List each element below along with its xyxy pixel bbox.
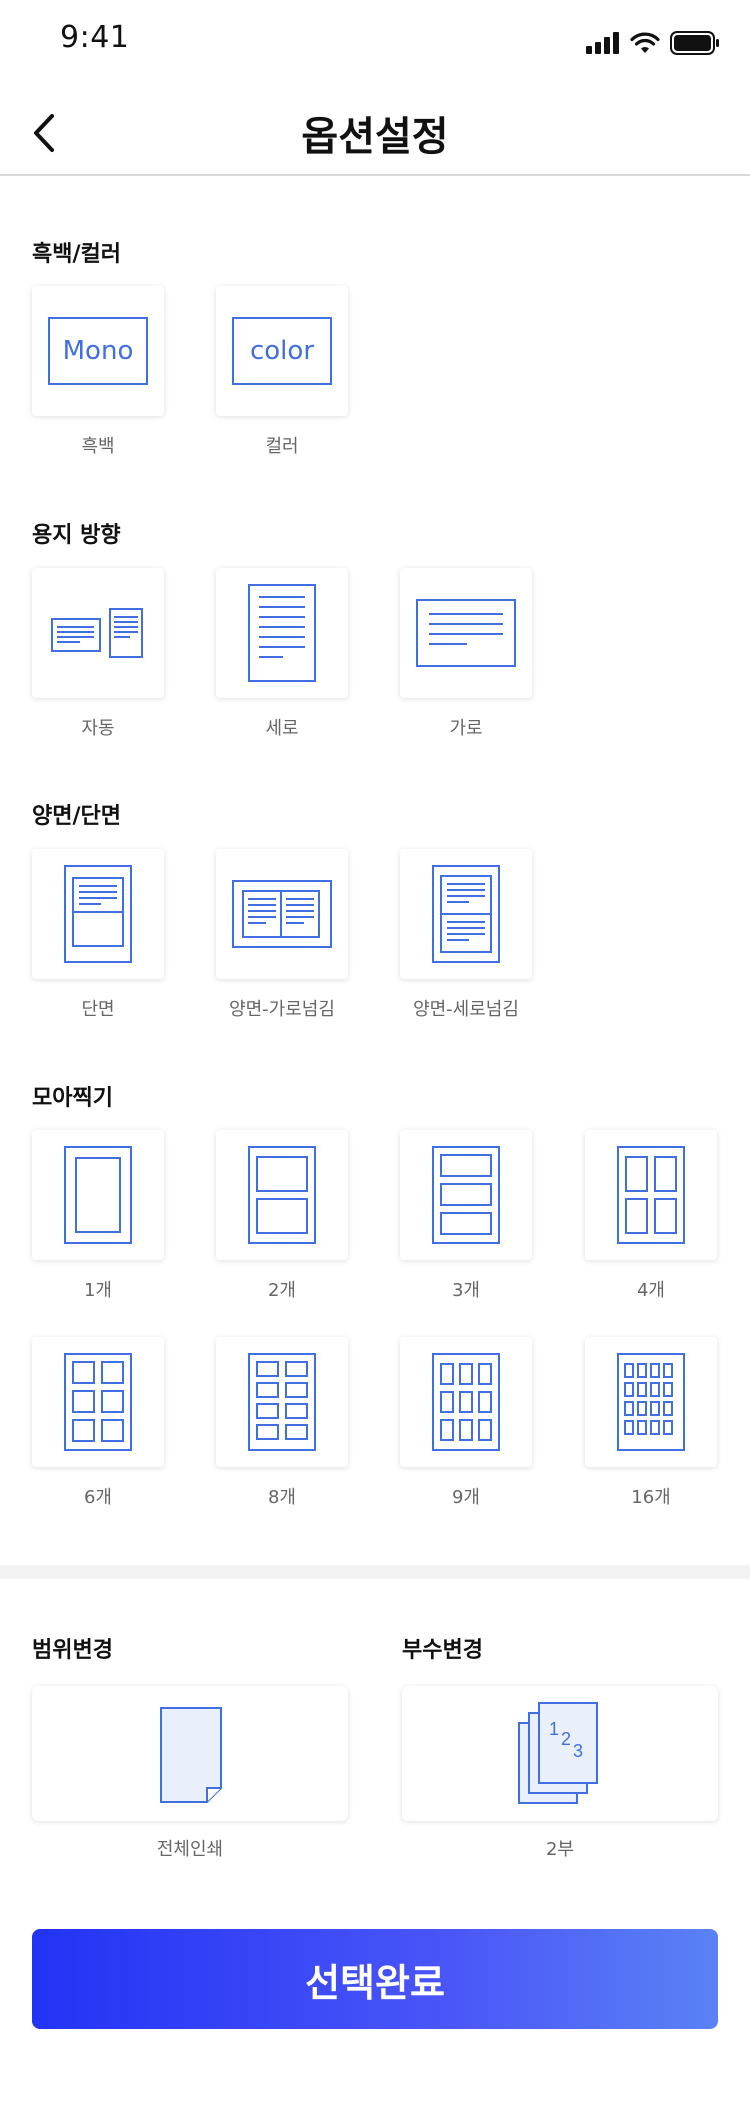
document-icon xyxy=(160,1706,222,1803)
option-nup-2-card[interactable] xyxy=(216,1130,348,1260)
option-nup-2[interactable]: 2개 xyxy=(216,1130,348,1302)
option-duplex-short-edge[interactable]: 양면-세로넘김 xyxy=(400,849,532,1021)
nup-6-icon xyxy=(64,1353,132,1451)
portrait-page-icon xyxy=(248,584,316,682)
battery-icon xyxy=(670,31,719,55)
option-color[interactable]: color 컬러 xyxy=(216,286,348,458)
header: 옵션설정 xyxy=(0,90,750,176)
section-divider xyxy=(0,1565,750,1579)
nup-9-icon xyxy=(432,1353,500,1451)
section-title-color: 흑백/컬러 xyxy=(32,242,121,267)
page-title: 옵션설정 xyxy=(301,114,449,160)
color-icon: color xyxy=(232,317,332,385)
copies-stack-icon: 1 2 3 xyxy=(518,1701,598,1804)
option-duplex-long-edge-label: 양면-가로넘김 xyxy=(229,999,335,1020)
status-time: 9:41 xyxy=(60,20,130,55)
option-nup-16[interactable]: 16개 xyxy=(585,1337,717,1509)
option-nup-2-label: 2개 xyxy=(267,1280,296,1301)
copies-card[interactable]: 1 2 3 xyxy=(402,1686,718,1821)
option-nup-8-label: 8개 xyxy=(267,1487,296,1508)
option-mono-label: 흑백 xyxy=(81,436,115,457)
option-duplex-single-label: 단면 xyxy=(81,999,115,1020)
section-title-orientation: 용지 방향 xyxy=(32,523,121,548)
option-orientation-portrait[interactable]: 세로 xyxy=(216,568,348,740)
option-orientation-portrait-label: 세로 xyxy=(265,718,299,739)
auto-orientation-icon xyxy=(51,608,143,658)
option-nup-16-card[interactable] xyxy=(585,1337,717,1467)
option-nup-4[interactable]: 4개 xyxy=(585,1130,717,1302)
option-nup-4-card[interactable] xyxy=(585,1130,717,1260)
nup-8-icon xyxy=(248,1353,316,1451)
option-nup-6[interactable]: 6개 xyxy=(32,1337,164,1509)
option-nup-3-card[interactable] xyxy=(400,1130,532,1260)
copies-digit-1: 1 xyxy=(549,1719,559,1739)
option-color-label: 컬러 xyxy=(265,436,299,457)
option-mono[interactable]: Mono 흑백 xyxy=(32,286,164,458)
option-orientation-landscape[interactable]: 가로 xyxy=(400,568,532,740)
section-title-copies: 부수변경 xyxy=(402,1638,483,1663)
option-orientation-landscape-label: 가로 xyxy=(449,718,483,739)
section-title-range: 범위변경 xyxy=(32,1638,113,1663)
option-orientation-landscape-card[interactable] xyxy=(400,568,532,698)
option-duplex-single-card[interactable] xyxy=(32,849,164,979)
copies-digit-3: 3 xyxy=(573,1741,583,1761)
nup-1-icon xyxy=(64,1146,132,1244)
option-nup-1-label: 1개 xyxy=(83,1280,112,1301)
nup-4-icon xyxy=(617,1146,685,1244)
option-duplex-single[interactable]: 단면 xyxy=(32,849,164,1021)
copies-value: 2부 xyxy=(545,1839,574,1860)
option-duplex-short-edge-card[interactable] xyxy=(400,849,532,979)
option-duplex-long-edge-card[interactable] xyxy=(216,849,348,979)
option-nup-1-card[interactable] xyxy=(32,1130,164,1260)
option-nup-1[interactable]: 1개 xyxy=(32,1130,164,1302)
option-nup-6-card[interactable] xyxy=(32,1337,164,1467)
single-sided-icon xyxy=(64,865,132,963)
option-mono-card[interactable]: Mono xyxy=(32,286,164,416)
option-color-card[interactable]: color xyxy=(216,286,348,416)
option-nup-3-label: 3개 xyxy=(451,1280,480,1301)
mono-icon: Mono xyxy=(48,317,148,385)
option-nup-6-label: 6개 xyxy=(83,1487,112,1508)
option-orientation-portrait-card[interactable] xyxy=(216,568,348,698)
option-orientation-auto[interactable]: 자동 xyxy=(32,568,164,740)
wifi-icon xyxy=(630,32,660,53)
status-bar: 9:41 xyxy=(0,0,750,80)
landscape-page-icon xyxy=(416,599,516,667)
nup-16-icon xyxy=(617,1353,685,1451)
status-icons xyxy=(586,30,720,56)
range-card[interactable] xyxy=(32,1686,348,1821)
submit-button[interactable]: 선택완료 xyxy=(32,1929,718,2029)
option-nup-3[interactable]: 3개 xyxy=(400,1130,532,1302)
option-nup-16-label: 16개 xyxy=(631,1487,671,1508)
option-nup-4-label: 4개 xyxy=(636,1280,665,1301)
option-nup-9-card[interactable] xyxy=(400,1337,532,1467)
nup-2-icon xyxy=(248,1146,316,1244)
option-duplex-short-edge-label: 양면-세로넘김 xyxy=(413,999,519,1020)
copies-digit-2: 2 xyxy=(561,1729,571,1749)
option-duplex-long-edge[interactable]: 양면-가로넘김 xyxy=(216,849,348,1021)
section-title-duplex: 양면/단면 xyxy=(32,804,121,829)
option-nup-9[interactable]: 9개 xyxy=(400,1337,532,1509)
duplex-long-edge-icon xyxy=(232,880,332,948)
nup-3-icon xyxy=(432,1146,500,1244)
range-value: 전체인쇄 xyxy=(156,1839,224,1860)
option-nup-8-card[interactable] xyxy=(216,1337,348,1467)
option-orientation-auto-label: 자동 xyxy=(81,718,115,739)
option-orientation-auto-card[interactable] xyxy=(32,568,164,698)
section-title-nup: 모아찍기 xyxy=(32,1086,113,1111)
option-nup-8[interactable]: 8개 xyxy=(216,1337,348,1509)
duplex-short-edge-icon xyxy=(432,865,500,963)
signal-icon xyxy=(586,32,619,54)
option-nup-9-label: 9개 xyxy=(451,1487,480,1508)
